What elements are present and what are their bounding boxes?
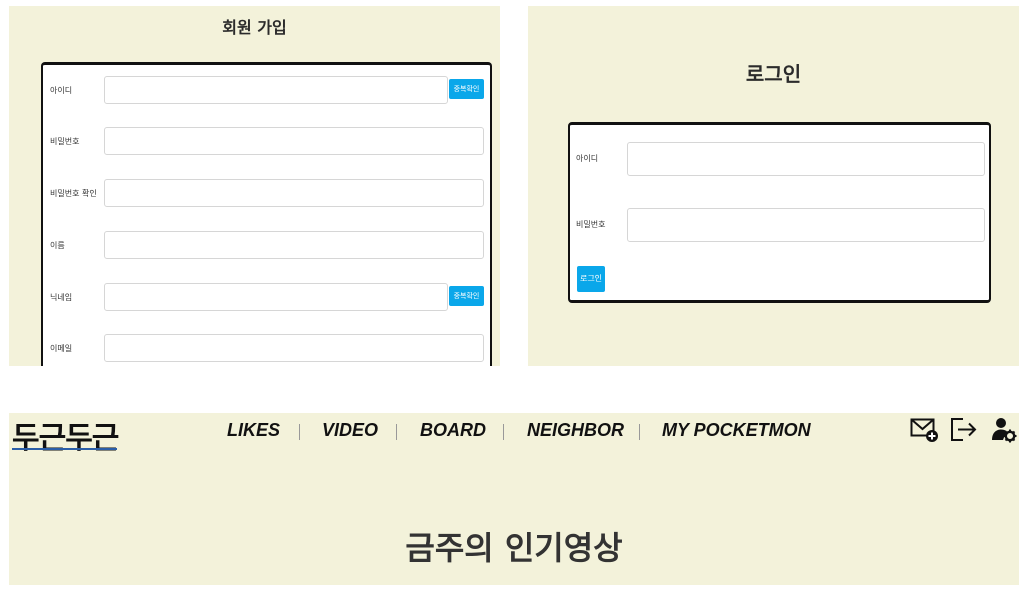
signup-email-input[interactable] bbox=[104, 334, 484, 362]
signup-password-confirm-input[interactable] bbox=[104, 179, 484, 207]
signup-password-confirm-label: 비밀번호 확인 bbox=[50, 189, 97, 198]
nav-divider bbox=[503, 424, 504, 440]
mail-add-icon[interactable] bbox=[910, 416, 940, 448]
signup-id-input[interactable] bbox=[104, 76, 448, 104]
nav-divider bbox=[396, 424, 397, 440]
login-password-label: 비밀번호 bbox=[576, 220, 606, 229]
signup-nickname-label: 닉네임 bbox=[50, 293, 73, 302]
nav-my-pocketmon[interactable]: MY POCKETMON bbox=[662, 420, 811, 441]
logo-underline bbox=[12, 448, 117, 450]
signup-nickname-input[interactable] bbox=[104, 283, 448, 311]
site-logo[interactable]: 두근두근 bbox=[12, 413, 119, 457]
signup-password-label: 비밀번호 bbox=[50, 137, 80, 146]
user-settings-icon[interactable] bbox=[990, 416, 1018, 448]
signup-title: 회원 가입 bbox=[222, 18, 287, 37]
signup-email-label: 이메일 bbox=[50, 344, 73, 353]
login-panel: 로그인 아이디 비밀번호 로그인 bbox=[528, 6, 1019, 366]
nav-board[interactable]: BOARD bbox=[420, 420, 486, 441]
login-title: 로그인 bbox=[745, 62, 802, 86]
nickname-duplicate-check-button[interactable]: 중복확인 bbox=[449, 286, 484, 306]
login-form: 아이디 비밀번호 로그인 bbox=[568, 122, 991, 303]
signup-form: 아이디 중복확인 비밀번호 비밀번호 확인 이름 닉네임 중복확인 이메일 bbox=[41, 62, 492, 366]
main-page: 두근두근 LIKES VIDEO BOARD NEIGHBOR MY POCKE… bbox=[9, 413, 1019, 585]
signup-panel: 회원 가입 아이디 중복확인 비밀번호 비밀번호 확인 이름 닉네임 중복확인 … bbox=[9, 6, 500, 366]
login-button[interactable]: 로그인 bbox=[577, 266, 605, 292]
nav-divider bbox=[299, 424, 300, 440]
nav-likes[interactable]: LIKES bbox=[227, 420, 280, 441]
signup-id-label: 아이디 bbox=[50, 86, 73, 95]
nav-divider bbox=[639, 424, 640, 440]
signup-password-input[interactable] bbox=[104, 127, 484, 155]
login-id-input[interactable] bbox=[627, 142, 985, 176]
logout-icon[interactable] bbox=[949, 416, 979, 448]
nav-neighbor[interactable]: NEIGHBOR bbox=[527, 420, 624, 441]
login-password-input[interactable] bbox=[627, 208, 985, 242]
signup-name-input[interactable] bbox=[104, 231, 484, 259]
nav-video[interactable]: VIDEO bbox=[322, 420, 378, 441]
id-duplicate-check-button[interactable]: 중복확인 bbox=[449, 79, 484, 99]
signup-name-label: 이름 bbox=[50, 241, 65, 250]
login-id-label: 아이디 bbox=[576, 154, 599, 163]
popular-videos-heading: 금주의 인기영상 bbox=[405, 529, 623, 567]
